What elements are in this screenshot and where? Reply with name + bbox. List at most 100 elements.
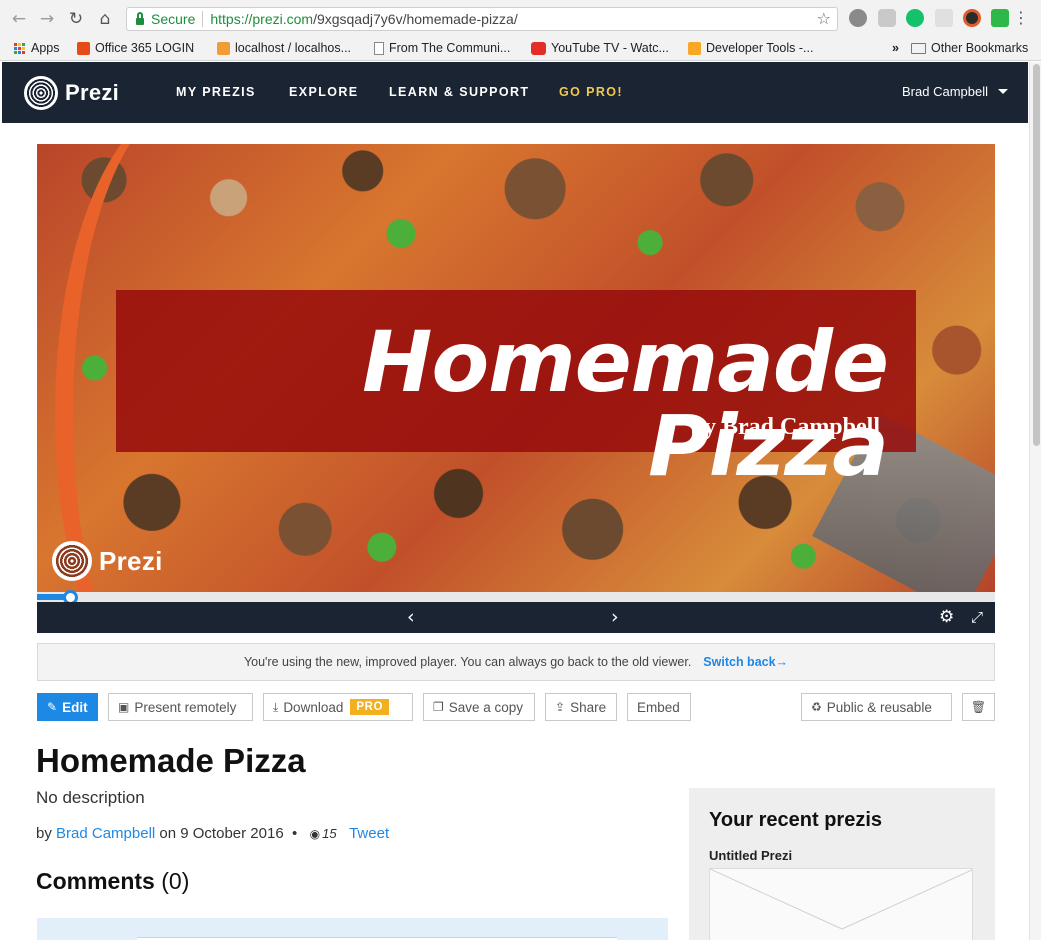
download-label: Download [283,699,344,715]
byline-bullet: • [292,825,298,842]
address-divider [202,11,204,27]
extension-settings-icon[interactable] [849,9,867,27]
scrollbar-thumb[interactable] [1033,64,1040,446]
share-label: Share [570,699,607,715]
prezi-player-canvas[interactable]: Homemade Pizza by Brad Campbell Prezi [37,144,995,592]
save-copy-label: Save a copy [448,699,524,715]
reload-icon[interactable]: ↻ [63,6,89,32]
bookmark-label: From The Communi... [389,41,511,55]
next-step-icon[interactable]: › [611,606,619,628]
home-icon[interactable]: ⌂ [92,6,118,32]
embed-label: Embed [637,699,680,715]
switch-back-link[interactable]: Switch back→ [703,655,788,669]
bookmark-youtube[interactable]: YouTube TV - Watc... [531,41,669,55]
prezi-description: No description [36,788,145,807]
back-arrow-icon[interactable]: ← [6,6,32,32]
download-button[interactable]: ⤓ Download PRO [263,693,413,721]
page-icon [374,41,384,55]
chevron-down-icon [998,89,1008,94]
publish-date: on 9 October 2016 [159,825,284,842]
bookmark-label: Office 365 LOGIN [95,41,195,55]
delete-button[interactable]: 🗑 [962,693,995,721]
present-label: Present remotely [134,699,237,715]
recent-prezis-title: Your recent prezis [709,809,883,831]
logo-text: Prezi [65,80,120,105]
extension-grammarly-icon[interactable] [906,9,924,27]
bookmark-label: Apps [31,41,60,55]
visibility-button[interactable]: ♻ Public & reusable [801,693,952,721]
bookmark-office[interactable]: Office 365 LOGIN [77,41,194,55]
site-header: Prezi MY PREZIS EXPLORE LEARN & SUPPORT … [2,62,1028,123]
nav-my-prezis[interactable]: MY PREZIS [176,85,256,99]
visibility-label: Public & reusable [826,699,932,715]
bookmarks-overflow-icon[interactable]: » [892,41,899,55]
pencil-icon: ✎ [47,700,58,714]
page-scrollbar[interactable] [1029,62,1041,940]
download-icon: ⤓ [273,699,279,714]
user-name: Brad Campbell [902,84,988,99]
prev-step-icon[interactable]: ‹ [407,606,415,628]
share-icon: ⇪ [555,700,566,714]
bookmark-community[interactable]: From The Communi... [374,41,510,55]
user-menu[interactable]: Brad Campbell [902,84,1008,99]
bookmark-other[interactable]: Other Bookmarks [911,41,1028,55]
url-host: https://prezi.com [210,11,314,27]
prezi-logo-icon [24,76,58,110]
nav-go-pro[interactable]: GO PRO! [559,85,623,99]
forward-arrow-icon[interactable]: → [34,6,60,32]
tweet-link[interactable]: Tweet [349,825,389,842]
browser-menu-icon[interactable]: ⋮ [1013,8,1029,27]
youtube-icon [531,41,546,55]
extension-shield-icon[interactable] [878,9,896,27]
author-link[interactable]: Brad Campbell [56,825,155,842]
view-count: ◉ 15 [310,826,337,841]
bookmark-label: Developer Tools -... [706,41,814,55]
comments-heading: Comments (0) [36,868,189,895]
extension-check-icon[interactable] [991,9,1009,27]
address-bar[interactable]: Secure https://prezi.com/9xgsqadj7y6v/ho… [126,7,838,31]
player-notice: You're using the new, improved player. Y… [37,643,995,681]
trash-icon: 🗑 [970,700,987,714]
recent-prezi-name[interactable]: Untitled Prezi [709,848,792,863]
lock-icon [136,11,144,25]
monitor-icon: ▣ [118,700,130,714]
bookmark-localhost[interactable]: localhost / localhos... [217,41,351,55]
present-remotely-button[interactable]: ▣ Present remotely [108,693,253,721]
bookmark-apps[interactable]: Apps [14,41,60,55]
office-icon [77,41,90,55]
fullscreen-icon[interactable]: ⤢ [971,606,983,628]
player-controls: ‹ › ⚙ ⤢ [37,602,995,633]
url-path: /9xgsqadj7y6v/homemade-pizza/ [313,11,518,27]
pro-badge: PRO [350,699,390,715]
nav-learn-support[interactable]: LEARN & SUPPORT [389,85,529,99]
extension-color-icon[interactable] [963,9,981,27]
prezi-logo[interactable]: Prezi [24,76,119,110]
browser-toolbar: ← → ↻ ⌂ Secure https://prezi.com/9xgsqad… [0,0,1041,37]
comments-label: Comments [36,868,155,894]
page-title: Homemade Pizza [36,742,306,779]
edit-button[interactable]: ✎ Edit [37,693,98,721]
embed-button[interactable]: Embed [627,693,691,721]
apps-grid-icon [14,42,25,54]
comment-area[interactable] [37,918,668,940]
bookmark-label: YouTube TV - Watc... [551,41,669,55]
share-button[interactable]: ⇪ Share [545,693,617,721]
notice-text: You're using the new, improved player. Y… [243,655,692,669]
byline: by Brad Campbell on 9 October 2016 • ◉ 15… [36,825,389,842]
gear-icon[interactable]: ⚙ [939,606,954,628]
eye-icon: ◉ [309,826,321,841]
extension-cube-icon[interactable] [935,9,953,27]
thumbnail-placeholder-icon [710,869,972,930]
recent-prezi-thumbnail[interactable] [709,868,973,940]
slide-watermark-logo: Prezi [52,541,163,581]
localhost-icon [217,41,230,55]
bookmarks-bar: Apps Office 365 LOGIN localhost / localh… [0,37,1041,61]
bookmark-star-icon[interactable]: ☆ [817,9,831,28]
bookmark-devtools[interactable]: Developer Tools -... [688,41,813,55]
save-copy-button[interactable]: ❐ Save a copy [423,693,535,721]
slide-title: Homemade Pizza [362,313,889,495]
nav-explore[interactable]: EXPLORE [289,85,359,99]
folder-icon [911,42,926,54]
view-count-value: 15 [322,826,337,841]
progress-bar[interactable] [37,592,995,602]
